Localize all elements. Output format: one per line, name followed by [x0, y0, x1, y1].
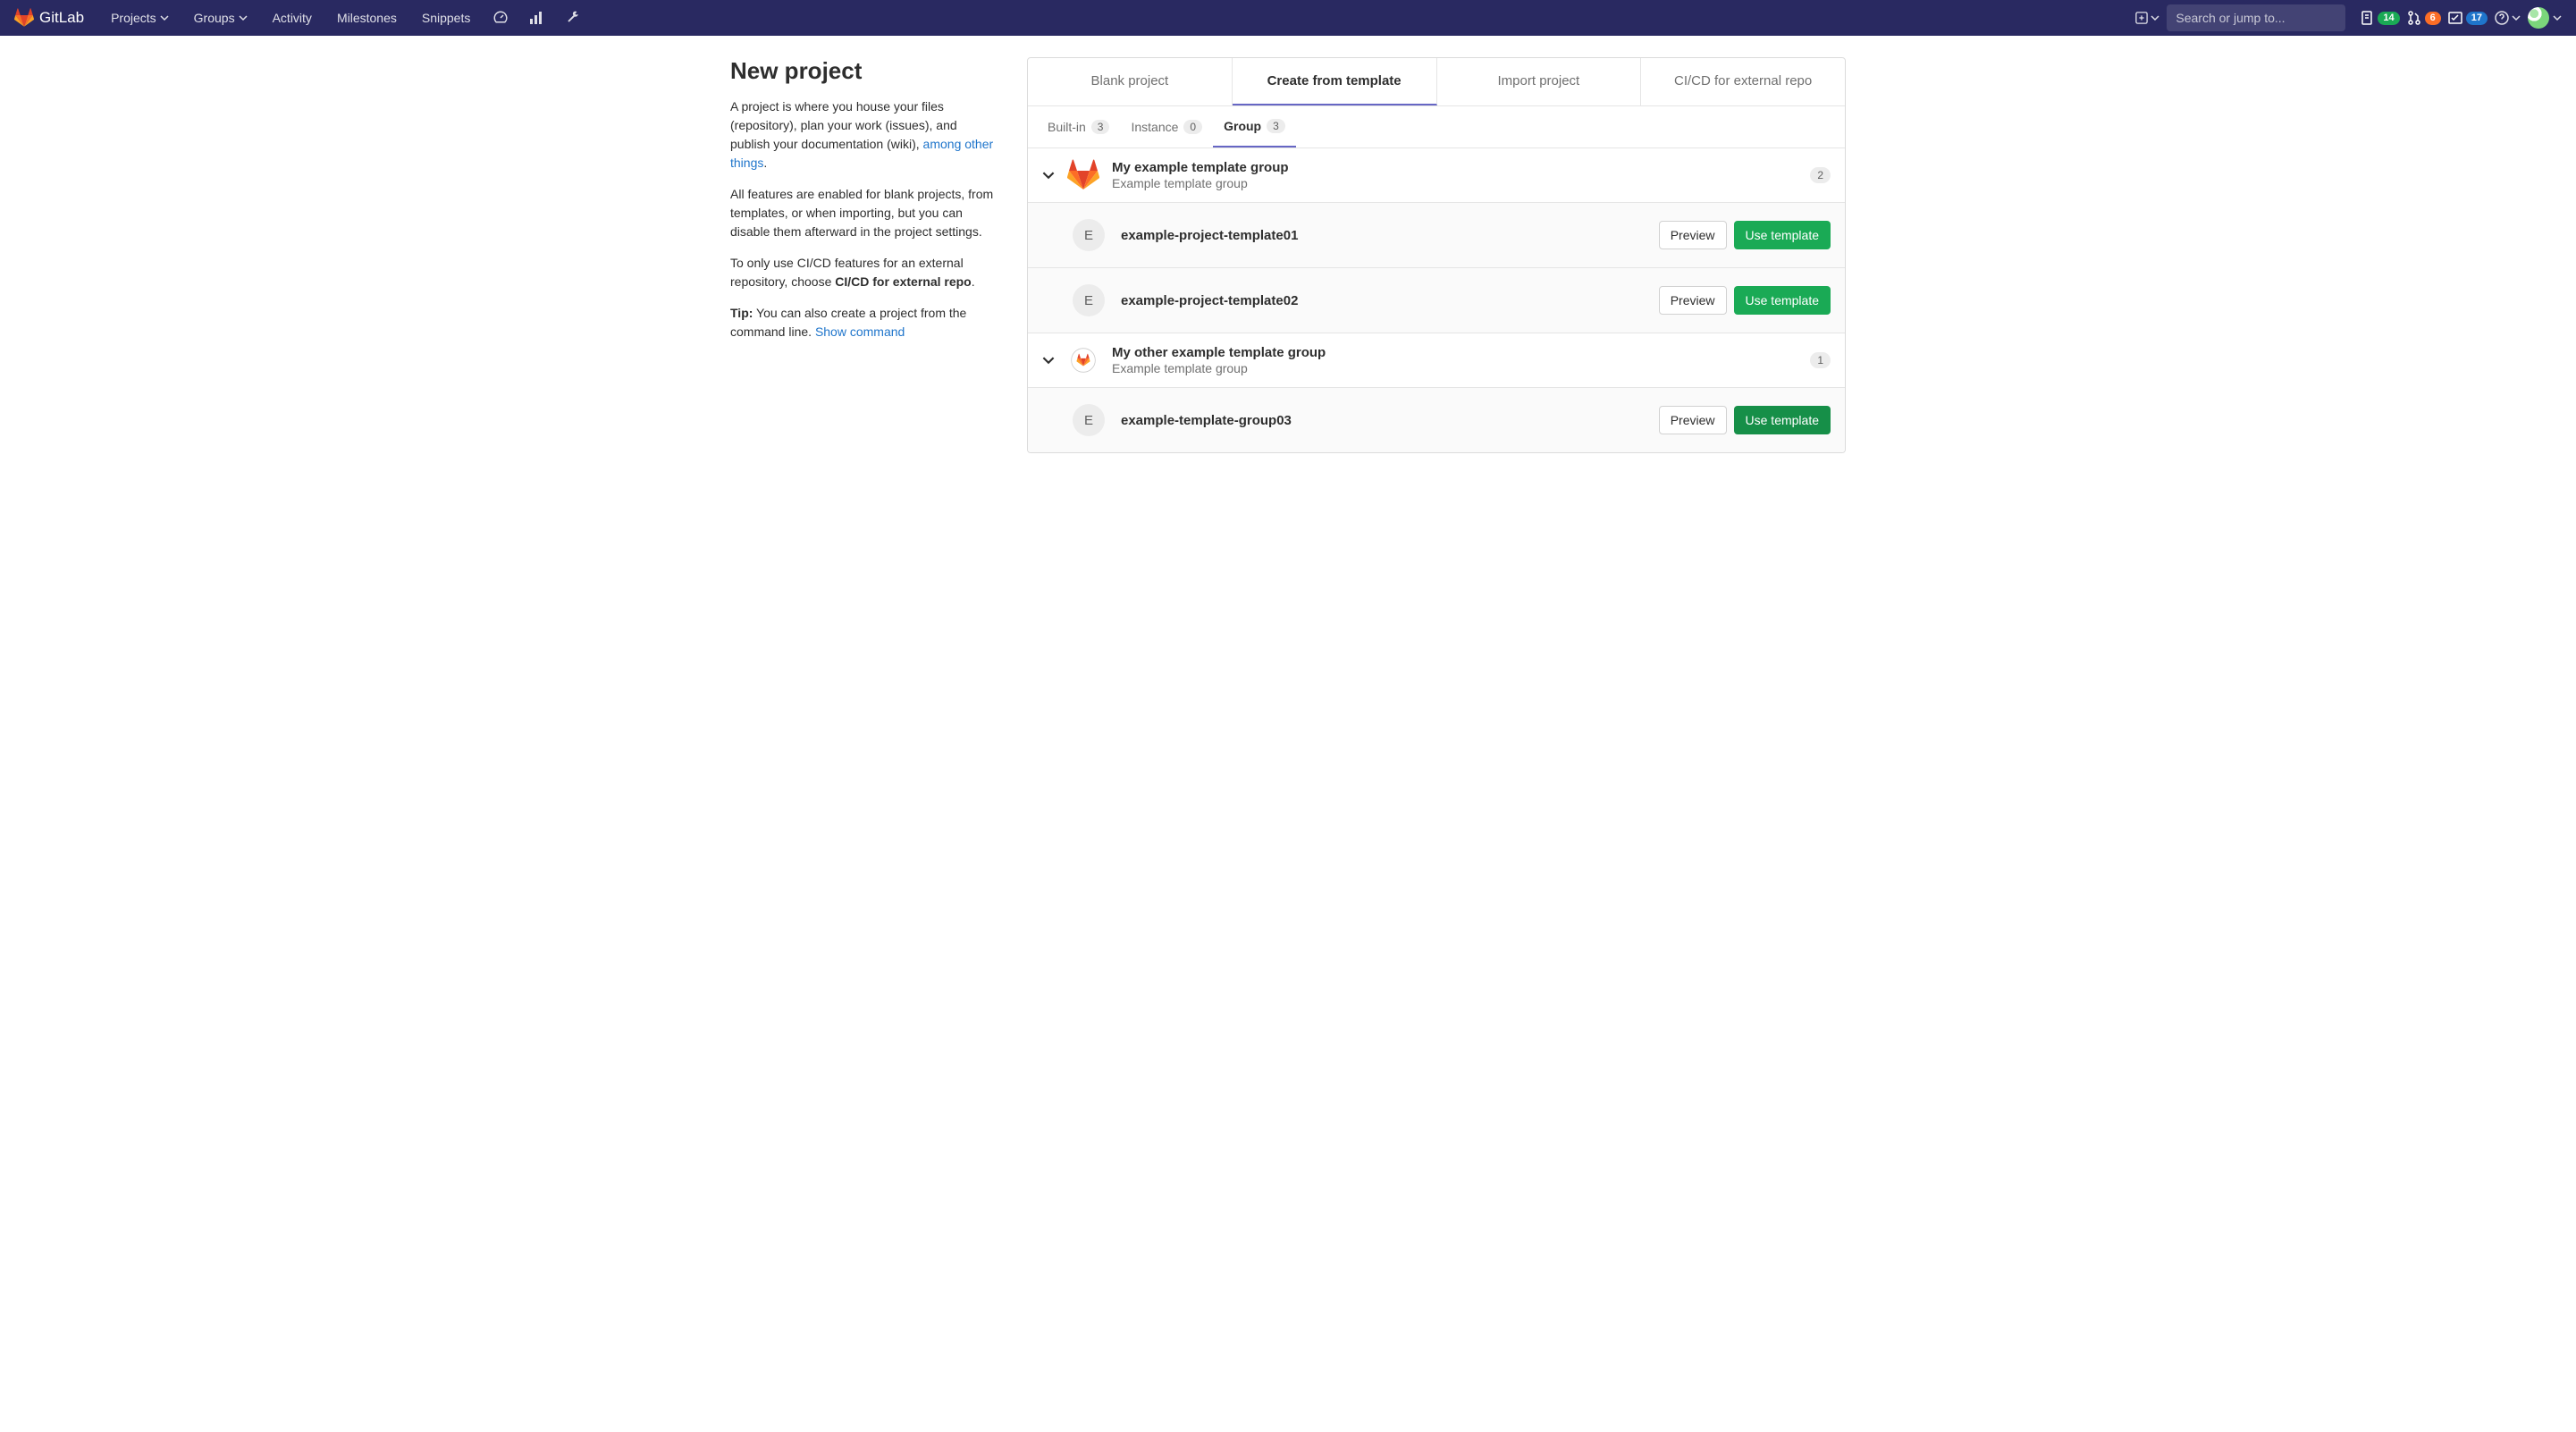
- help-icon: [2495, 11, 2509, 25]
- use-template-button[interactable]: Use template: [1734, 221, 1831, 249]
- subtab-builtin[interactable]: Built-in 3: [1037, 106, 1120, 147]
- chevron-down-icon: [2151, 13, 2159, 22]
- group-row: My example template groupExample templat…: [1028, 148, 1845, 203]
- tab-import-project[interactable]: Import project: [1437, 58, 1642, 105]
- template-row: Eexample-project-template01PreviewUse te…: [1028, 203, 1845, 268]
- cicd-paragraph: To only use CI/CD features for an extern…: [730, 254, 998, 291]
- tabs-panel: Blank project Create from template Impor…: [1027, 57, 1846, 453]
- groups-list: My example template groupExample templat…: [1028, 148, 1845, 452]
- chart-icon[interactable]: [522, 4, 551, 32]
- top-tabs: Blank project Create from template Impor…: [1028, 58, 1845, 106]
- use-template-button[interactable]: Use template: [1734, 406, 1831, 434]
- expand-toggle[interactable]: [1042, 169, 1056, 181]
- todos-icon: [2448, 11, 2462, 25]
- subtab-group[interactable]: Group 3: [1213, 106, 1296, 147]
- chevron-down-icon: [160, 13, 169, 22]
- project-avatar: E: [1073, 284, 1105, 316]
- sub-tabs: Built-in 3 Instance 0 Group 3: [1028, 106, 1845, 148]
- help-dropdown[interactable]: [2495, 4, 2521, 32]
- wrench-icon[interactable]: [558, 4, 586, 32]
- search-input[interactable]: [2176, 11, 2337, 25]
- chevron-down-icon: [1042, 354, 1055, 366]
- tab-cicd-external[interactable]: CI/CD for external repo: [1641, 58, 1845, 105]
- search-box[interactable]: [2167, 4, 2345, 31]
- todos-counter[interactable]: 17: [2448, 11, 2488, 25]
- group-name: My example template group: [1112, 160, 1810, 175]
- chevron-down-icon: [239, 13, 248, 22]
- tab-blank-project[interactable]: Blank project: [1028, 58, 1233, 105]
- plus-icon: [2135, 12, 2148, 24]
- project-name: example-project-template01: [1121, 228, 1659, 243]
- tip-paragraph: Tip: You can also create a project from …: [730, 304, 998, 341]
- intro-paragraph: A project is where you house your files …: [730, 97, 998, 173]
- group-avatar: [1067, 344, 1099, 376]
- expand-toggle[interactable]: [1042, 354, 1056, 366]
- tab-create-from-template[interactable]: Create from template: [1233, 58, 1437, 105]
- nav-milestones[interactable]: Milestones: [328, 4, 406, 32]
- group-desc: Example template group: [1112, 176, 1810, 190]
- features-paragraph: All features are enabled for blank proje…: [730, 185, 998, 241]
- template-row: Eexample-project-template02PreviewUse te…: [1028, 268, 1845, 333]
- group-row: My other example template groupExample t…: [1028, 333, 1845, 388]
- gauge-icon[interactable]: [486, 4, 515, 32]
- project-name: example-template-group03: [1121, 413, 1659, 428]
- preview-button[interactable]: Preview: [1659, 406, 1727, 434]
- template-row: Eexample-template-group03PreviewUse temp…: [1028, 388, 1845, 452]
- nav-activity[interactable]: Activity: [264, 4, 321, 32]
- avatar: [2528, 7, 2549, 29]
- project-name: example-project-template02: [1121, 293, 1659, 308]
- nav-snippets[interactable]: Snippets: [413, 4, 479, 32]
- preview-button[interactable]: Preview: [1659, 221, 1727, 249]
- issues-icon: [2360, 11, 2374, 25]
- side-column: New project A project is where you house…: [730, 57, 998, 453]
- merge-icon: [2407, 11, 2421, 25]
- page-title: New project: [730, 57, 998, 85]
- nav-projects[interactable]: Projects: [102, 4, 178, 32]
- use-template-button[interactable]: Use template: [1734, 286, 1831, 315]
- subtab-instance[interactable]: Instance 0: [1120, 106, 1213, 147]
- navbar: GitLab Projects Groups Activity Mileston…: [0, 0, 2576, 36]
- merge-requests-counter[interactable]: 6: [2407, 11, 2441, 25]
- user-menu[interactable]: [2528, 4, 2562, 32]
- project-avatar: E: [1073, 219, 1105, 251]
- chevron-down-icon: [2553, 13, 2562, 22]
- chevron-down-icon: [2512, 13, 2521, 22]
- group-avatar: [1067, 159, 1099, 191]
- group-name: My other example template group: [1112, 345, 1810, 360]
- group-count: 1: [1810, 352, 1831, 368]
- issues-counter[interactable]: 14: [2360, 11, 2399, 25]
- group-desc: Example template group: [1112, 361, 1810, 375]
- group-count: 2: [1810, 167, 1831, 183]
- show-command-link[interactable]: Show command: [815, 324, 905, 339]
- project-avatar: E: [1073, 404, 1105, 436]
- gitlab-logo[interactable]: GitLab: [14, 8, 84, 28]
- tanuki-icon: [14, 8, 34, 28]
- plus-dropdown[interactable]: [2135, 4, 2159, 32]
- nav-groups[interactable]: Groups: [185, 4, 257, 32]
- preview-button[interactable]: Preview: [1659, 286, 1727, 315]
- chevron-down-icon: [1042, 169, 1055, 181]
- brand-text: GitLab: [39, 9, 84, 27]
